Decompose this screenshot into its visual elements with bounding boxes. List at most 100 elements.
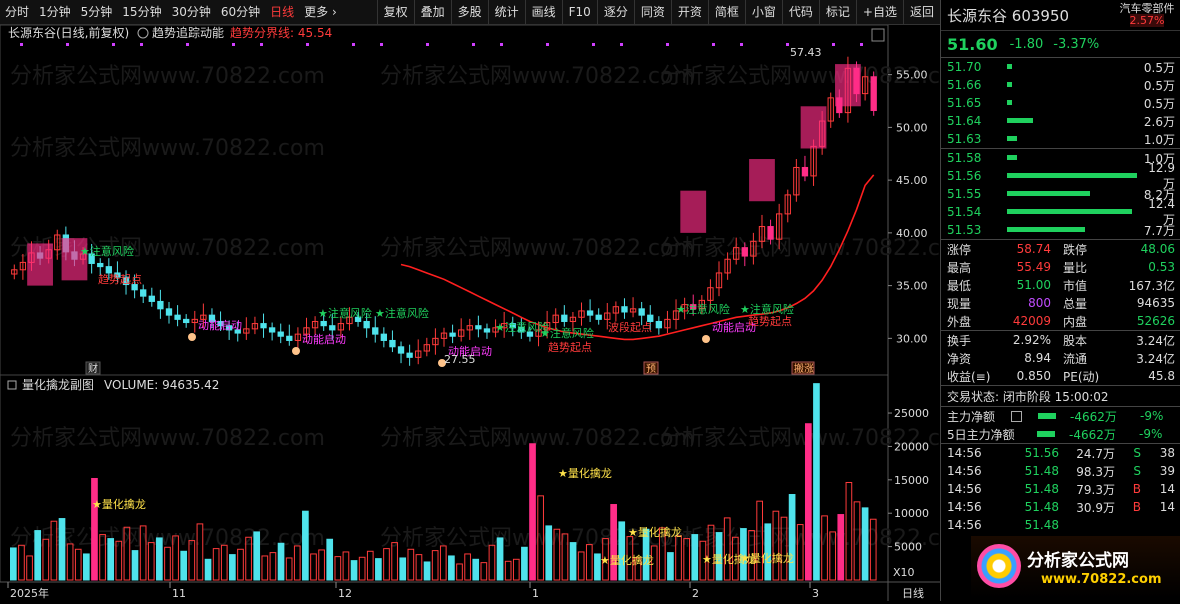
sub-indicator-icon — [7, 380, 17, 390]
volume-bar — [34, 530, 42, 581]
ask-row[interactable]: 51.65 0.5万 — [941, 94, 1180, 112]
signal-dot — [472, 43, 475, 46]
hand-pointer-icon — [188, 333, 196, 341]
candle-body — [320, 320, 327, 327]
main-net-bar — [1038, 413, 1056, 419]
candle-body — [655, 320, 663, 329]
volume-bar — [91, 477, 98, 581]
bid-bar-track — [1007, 189, 1137, 199]
volume-bar — [431, 550, 439, 581]
period-tab-2[interactable]: 5分钟 — [76, 0, 118, 24]
bid-bar-track — [1007, 171, 1137, 181]
price-tick-label: 50.00 — [896, 121, 928, 134]
bid-bar-track — [1007, 153, 1137, 163]
toolbar-button-1[interactable]: 叠加 — [413, 0, 451, 24]
toolbar-button-0[interactable]: 复权 — [376, 0, 414, 24]
ask-price: 51.64 — [947, 114, 982, 128]
kline-svg[interactable]: 分析家公式网www.70822.com 分析家公式网www.70822.com 分析… — [0, 24, 975, 601]
volume-bar — [261, 555, 269, 581]
period-tab-7[interactable]: 更多 › — [299, 0, 342, 24]
ask-bar-track — [1007, 134, 1137, 144]
toolbar-button-11[interactable]: 代码 — [781, 0, 819, 24]
momentum-annotation: 动能启动 — [198, 318, 242, 332]
ask-book: 51.70 0.5万 51.66 0.5万 51.65 0.5万 51.64 2.6万 51.6… — [941, 58, 1180, 148]
candle-body — [329, 325, 336, 331]
ask-bar — [1007, 136, 1018, 141]
chart-area: 分析家公式网www.70822.com 分析家公式网www.70822.com 分析… — [0, 24, 975, 601]
stat-row: 外盘 42009 内盘 52626 — [947, 314, 1175, 329]
candle-body — [97, 262, 104, 268]
main-net-value: -4662万 — [1070, 409, 1117, 424]
ask-row[interactable]: 51.66 0.5万 — [941, 76, 1180, 94]
volume-bar — [107, 538, 115, 581]
period-tab-6[interactable]: 日线 — [265, 0, 299, 24]
indicator-name: 趋势追踪动能 — [152, 25, 224, 40]
ask-bar — [1007, 64, 1013, 69]
volume-bar — [326, 538, 334, 581]
candle-body — [148, 295, 155, 302]
ask-row[interactable]: 51.63 1.0万 — [941, 130, 1180, 148]
toolbar-button-7[interactable]: 同资 — [633, 0, 671, 24]
tick-row: 14:56 51.48 79.3万 B 14 — [947, 482, 1175, 497]
toolbar-button-3[interactable]: 统计 — [487, 0, 525, 24]
volume-bar — [342, 551, 350, 581]
toolbar-button-4[interactable]: 画线 — [524, 0, 562, 24]
candle-body — [157, 300, 164, 310]
candle-body — [406, 352, 413, 358]
candle-body — [277, 331, 284, 337]
tick-row: 14:56 51.48 30.9万 B 14 — [947, 500, 1175, 515]
volume-bar — [375, 558, 382, 581]
volume-bar — [229, 554, 236, 581]
toolbar-button-12[interactable]: 标记 — [818, 0, 856, 24]
ask-row[interactable]: 51.70 0.5万 — [941, 58, 1180, 76]
toolbar-button-10[interactable]: 小窗 — [744, 0, 782, 24]
signal-dot — [786, 43, 789, 46]
stat2-row: 净资 8.94 流通 3.24亿 — [947, 351, 1175, 366]
toolbar-button-14[interactable]: 返回 — [902, 0, 940, 24]
candle-body — [165, 308, 173, 316]
momentum-annotation: 动能启动 — [302, 332, 346, 346]
candle-body — [638, 308, 645, 316]
risk-annotation: ★注意风险 — [740, 302, 794, 316]
volume-bar — [237, 548, 244, 581]
volume-bar — [407, 548, 415, 581]
period-tab-4[interactable]: 30分钟 — [167, 0, 216, 24]
price-row: 51.60 -1.80 -3.37% — [941, 31, 1180, 57]
stat-row: 最低 51.00 市值 167.3亿 — [947, 278, 1175, 293]
move-marker: 搬涨 — [794, 362, 814, 375]
indicator-icon — [137, 27, 149, 39]
bid-bar — [1007, 227, 1085, 232]
ask-row[interactable]: 51.64 2.6万 — [941, 112, 1180, 130]
bid-bar — [1007, 191, 1091, 196]
volume-bar — [472, 558, 480, 581]
toolbar-button-9[interactable]: 简框 — [707, 0, 745, 24]
zoom-icon — [871, 28, 885, 42]
period-tab-5[interactable]: 60分钟 — [216, 0, 265, 24]
bid-row[interactable]: 51.53 7.7万 — [941, 221, 1180, 239]
x10-label: X10 — [893, 566, 915, 579]
toolbar-button-13[interactable]: +自选 — [855, 0, 903, 24]
period-tab-1[interactable]: 1分钟 — [34, 0, 76, 24]
trend-start-annotation: 趋势起点 — [748, 315, 792, 328]
doc-icon[interactable] — [1011, 410, 1022, 422]
toolbar-button-5[interactable]: F10 — [561, 0, 597, 24]
trend-band — [800, 106, 827, 149]
sector-badge[interactable]: 汽车零部件 2.57% — [1119, 3, 1175, 27]
bid-row[interactable]: 51.56 12.9万 — [941, 161, 1180, 191]
dragon-signal: ★量化擒龙 — [558, 466, 612, 480]
bid-bar — [1007, 155, 1018, 160]
bid-row[interactable]: 51.54 12.4万 — [941, 197, 1180, 227]
period-tab-0[interactable]: 分时 — [0, 0, 34, 24]
toolbar-button-6[interactable]: 逐分 — [596, 0, 634, 24]
volume-bar — [423, 561, 431, 581]
toolbar-button-2[interactable]: 多股 — [450, 0, 488, 24]
signal-dot — [232, 43, 235, 46]
x-axis-label: 11 — [172, 587, 186, 600]
volume-bar — [302, 510, 309, 581]
main-net5-pct: -9% — [1139, 427, 1163, 441]
period-tab-3[interactable]: 15分钟 — [117, 0, 166, 24]
toolbar-button-8[interactable]: 开资 — [670, 0, 708, 24]
volume-bar — [439, 545, 447, 581]
ask-volume: 2.6万 — [1143, 114, 1175, 129]
volume-bar — [277, 542, 285, 581]
